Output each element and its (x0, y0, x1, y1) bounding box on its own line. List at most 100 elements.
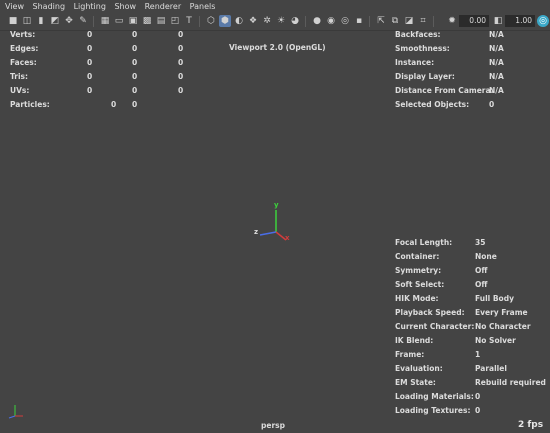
viewport-renderer-title: Viewport 2.0 (OpenGL) (229, 43, 326, 52)
camera-attributes-icon[interactable]: ◫ (21, 15, 33, 27)
hud-value: 0 (178, 72, 184, 81)
default-material-icon[interactable]: ◐ (233, 15, 245, 27)
view-axis-z-line (8, 415, 16, 419)
screen-space-ao-icon[interactable]: ◕ (289, 15, 301, 27)
menu-shading[interactable]: Shading (28, 0, 66, 13)
hud-label: Soft Select: (395, 280, 445, 289)
exposure-field[interactable]: 0.00 (459, 15, 489, 27)
grease-pencil-icon[interactable]: ✎ (77, 15, 89, 27)
hud-value: 0 (489, 100, 495, 109)
gamma-icon[interactable]: ◧ (492, 15, 504, 27)
hud-label: Smoothness: (395, 44, 450, 53)
grid-icon[interactable]: ▦ (99, 15, 111, 27)
hud-label: Frame: (395, 350, 425, 359)
hud-label: Playback Speed: (395, 308, 465, 317)
x-axis-label: x (285, 234, 290, 242)
use-all-lights-icon[interactable]: ✲ (261, 15, 273, 27)
xray-joints-icon[interactable]: ⧉ (389, 15, 401, 27)
hud-value: 0 (132, 44, 138, 53)
image-plane-icon[interactable]: ◩ (49, 15, 61, 27)
view-axis-icon (8, 405, 23, 419)
hud-value: 0 (178, 44, 184, 53)
field-chart-icon[interactable]: ▤ (155, 15, 167, 27)
gamma-field[interactable]: 1.00 (505, 15, 535, 27)
fps-counter: 2 fps (518, 420, 544, 430)
hud-value: 0 (132, 30, 138, 39)
origin-axes-gizmo (259, 210, 287, 241)
xray-components-icon[interactable]: ◪ (403, 15, 415, 27)
toolbar-separator (93, 16, 94, 27)
hud-label: Evaluation: (395, 364, 443, 373)
hud-value: Parallel (475, 364, 507, 373)
hud-label: Loading Materials: (395, 392, 474, 401)
menu-renderer[interactable]: Renderer (140, 0, 182, 13)
hud-label: Backfaces: (395, 30, 441, 39)
select-camera-icon[interactable]: ⌗ (417, 15, 429, 27)
hud-value: No Character (475, 322, 531, 331)
motion-blur-icon[interactable]: ● (311, 15, 323, 27)
hud-value: N/A (489, 58, 504, 67)
hud-value: N/A (489, 30, 504, 39)
hud-value: None (475, 252, 497, 261)
hud-value: 35 (475, 238, 486, 247)
smooth-shade-icon[interactable]: ⬢ (219, 15, 231, 27)
hud-label: Tris: (10, 72, 29, 81)
hud-label: UVs: (10, 86, 30, 95)
hud-value: 0 (475, 406, 481, 415)
bookmark-icon[interactable]: ▮ (35, 15, 47, 27)
depth-of-field-icon[interactable]: ◎ (339, 15, 351, 27)
menu-view[interactable]: View (0, 0, 24, 13)
textured-icon[interactable]: ❖ (247, 15, 259, 27)
safe-action-icon[interactable]: ◰ (169, 15, 181, 27)
z-axis-label: z (254, 228, 259, 236)
hud-label: Edges: (10, 44, 39, 53)
film-gate-icon[interactable]: ▭ (113, 15, 125, 27)
hud-value: N/A (489, 72, 504, 81)
xray-icon[interactable]: ⇱ (375, 15, 387, 27)
hud-value: Every Frame (475, 308, 528, 317)
hud-value: Rebuild required (475, 378, 546, 387)
hud-label: Distance From Camera: (395, 86, 494, 95)
hud-value: 0 (111, 100, 117, 109)
multisample-aa-icon[interactable]: ◉ (325, 15, 337, 27)
hud-value: Off (475, 280, 488, 289)
hud-value: No Solver (475, 336, 516, 345)
hud-value: 1 (475, 350, 481, 359)
hud-value: 0 (132, 86, 138, 95)
hud-label: HIK Mode: (395, 294, 439, 303)
gate-mask-icon[interactable]: ▩ (141, 15, 153, 27)
exposure-icon[interactable]: ✹ (446, 15, 458, 27)
2d-pan-zoom-icon[interactable]: ✥ (63, 15, 75, 27)
hud-label: Verts: (10, 30, 36, 39)
hud-label: Current Character: (395, 322, 475, 331)
hud-label: Selected Objects: (395, 100, 470, 109)
toolbar-separator (433, 16, 434, 27)
hud-value: 0 (178, 30, 184, 39)
hud-label: Display Layer: (395, 72, 455, 81)
isolate-select-icon[interactable]: ▪ (353, 15, 365, 27)
menu-show[interactable]: Show (109, 0, 136, 13)
hud-label: Focal Length: (395, 238, 453, 247)
menu-lighting[interactable]: Lighting (69, 0, 106, 13)
hud-value: 0 (475, 392, 481, 401)
toolbar-separator (199, 16, 200, 27)
hud-value: 0 (87, 72, 93, 81)
shadows-icon[interactable]: ☀ (275, 15, 287, 27)
hud-label: EM State: (395, 378, 436, 387)
menu-panels[interactable]: Panels (185, 0, 216, 13)
y-axis-label: y (274, 201, 279, 209)
toolbar-separator (369, 16, 370, 27)
safe-title-icon[interactable]: T (183, 15, 195, 27)
hud-value: Off (475, 266, 488, 275)
camera-icon[interactable]: ■ (7, 15, 19, 27)
hud-label: Instance: (395, 58, 435, 67)
hud-value: N/A (489, 86, 504, 95)
hud-value: 0 (87, 30, 93, 39)
resolution-gate-icon[interactable]: ▣ (127, 15, 139, 27)
hud-value: 0 (178, 58, 184, 67)
color-management-icon[interactable]: ◎ (537, 15, 549, 27)
hud-label: Faces: (10, 58, 37, 67)
wireframe-icon[interactable]: ⬡ (205, 15, 217, 27)
hud-label: Container: (395, 252, 440, 261)
camera-name-label: persp (261, 421, 285, 430)
